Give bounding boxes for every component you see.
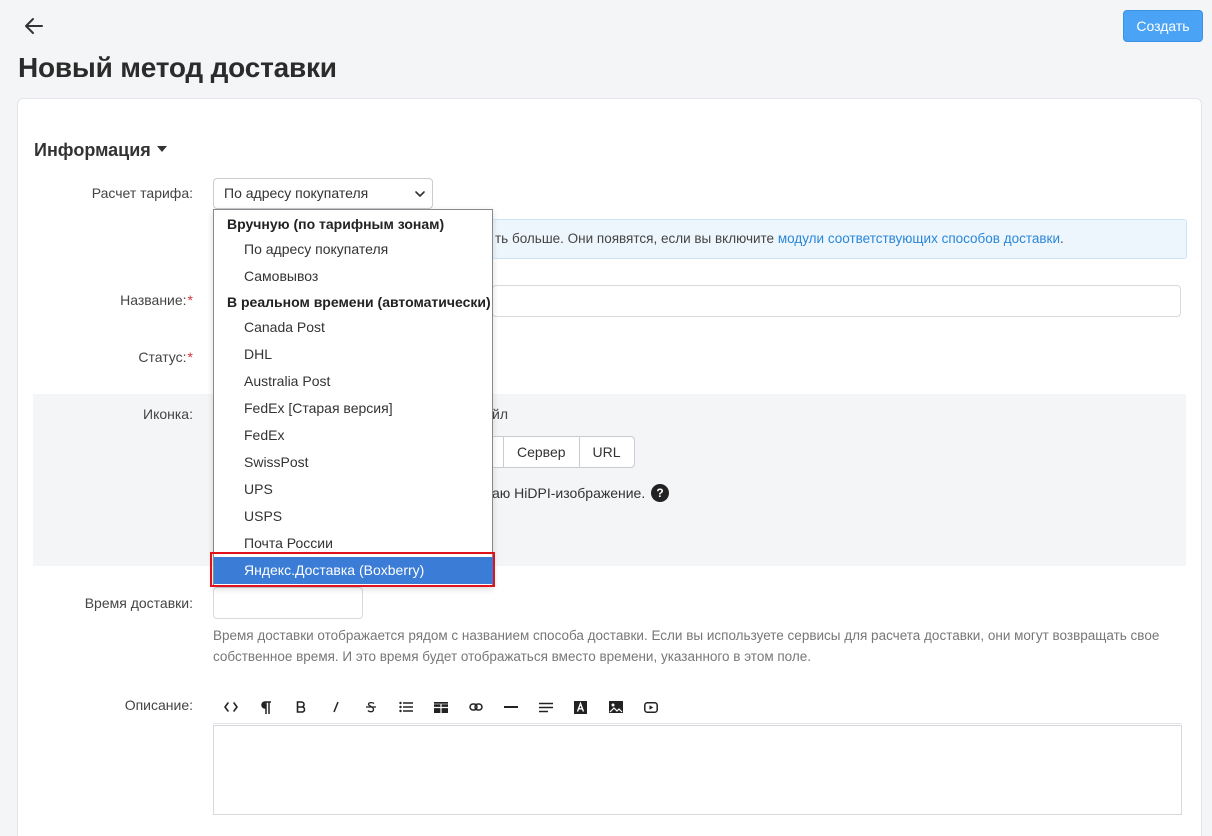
dropdown-option[interactable]: USPS <box>244 508 282 524</box>
hidpi-text: аю HiDPI-изображение. <box>492 485 646 501</box>
icon-file-text: йл <box>492 406 508 422</box>
image-icon[interactable] <box>598 690 633 724</box>
description-label: Описание: <box>124 697 193 713</box>
description-editor[interactable] <box>213 725 1182 815</box>
page-title: Новый метод доставки <box>18 52 337 83</box>
caret-down-icon[interactable] <box>157 146 167 152</box>
back-arrow-icon[interactable] <box>22 14 46 38</box>
tab-url[interactable]: URL <box>578 437 634 467</box>
required-mark: * <box>187 349 193 365</box>
delivery-time-help: Время доставки отображается рядом с назв… <box>213 628 1160 664</box>
dropdown-option[interactable]: SwissPost <box>244 454 309 470</box>
dropdown-group-manual: Вручную (по тарифным зонам) <box>227 216 445 232</box>
strikethrough-icon[interactable] <box>353 690 388 724</box>
rate-calc-label: Расчет тарифа: <box>91 185 193 201</box>
dropdown-option[interactable]: DHL <box>244 346 272 362</box>
name-label: Название:* <box>23 292 193 308</box>
dropdown-option[interactable]: Самовывоз <box>244 268 318 284</box>
chevron-down-icon <box>415 191 425 197</box>
video-icon[interactable] <box>633 690 668 724</box>
bold-icon[interactable] <box>283 690 318 724</box>
dropdown-option[interactable]: UPS <box>244 481 273 497</box>
dropdown-option[interactable]: Canada Post <box>244 319 325 335</box>
paragraph-icon[interactable] <box>248 690 283 724</box>
delivery-time-input[interactable] <box>213 587 363 619</box>
horizontal-rule-icon[interactable] <box>493 690 528 724</box>
dropdown-option[interactable]: Почта России <box>244 535 333 551</box>
html-code-icon[interactable] <box>213 690 248 724</box>
info-end: . <box>1060 231 1064 246</box>
info-box: ть больше. Они появятся, если вы включит… <box>492 219 1187 259</box>
italic-icon[interactable] <box>318 690 353 724</box>
icon-source-tabs: Сервер URL <box>480 436 635 468</box>
text-color-icon[interactable] <box>563 690 598 724</box>
status-label: Статус:* <box>23 349 193 365</box>
create-button[interactable]: Создать <box>1123 10 1203 42</box>
help-icon[interactable]: ? <box>651 484 669 502</box>
table-icon[interactable] <box>423 690 458 724</box>
dropdown-option[interactable]: Australia Post <box>244 373 330 389</box>
dropdown-option[interactable]: FedEx <box>244 427 284 443</box>
modules-link[interactable]: модули соответствующих способов доставки <box>778 231 1060 246</box>
dropdown-option[interactable]: По адресу покупателя <box>244 241 388 257</box>
dropdown-option-selected[interactable]: Яндекс.Доставка (Boxberry) <box>214 557 494 584</box>
name-label-text: Название: <box>120 292 187 308</box>
section-title[interactable]: Информация <box>34 140 151 161</box>
required-mark: * <box>187 292 193 308</box>
status-label-text: Статус: <box>138 349 187 365</box>
unordered-list-icon[interactable] <box>388 690 423 724</box>
tab-server[interactable]: Сервер <box>503 437 579 467</box>
icon-label: Иконка: <box>143 406 193 422</box>
delivery-time-label: Время доставки: <box>84 595 193 611</box>
editor-toolbar <box>213 690 1182 724</box>
rate-calc-dropdown: Вручную (по тарифным зонам) По адресу по… <box>213 209 494 587</box>
icon-section <box>33 394 1186 566</box>
dropdown-group-realtime: В реальном времени (автоматически) <box>227 294 491 310</box>
name-input[interactable] <box>492 285 1181 317</box>
dropdown-option[interactable]: FedEx [Старая версия] <box>244 400 393 416</box>
link-icon[interactable] <box>458 690 493 724</box>
rate-calc-select[interactable]: По адресу покупателя <box>213 178 433 209</box>
rate-calc-value: По адресу покупателя <box>224 185 369 201</box>
align-icon[interactable] <box>528 690 563 724</box>
info-text: ть больше. Они появятся, если вы включит… <box>495 231 778 246</box>
